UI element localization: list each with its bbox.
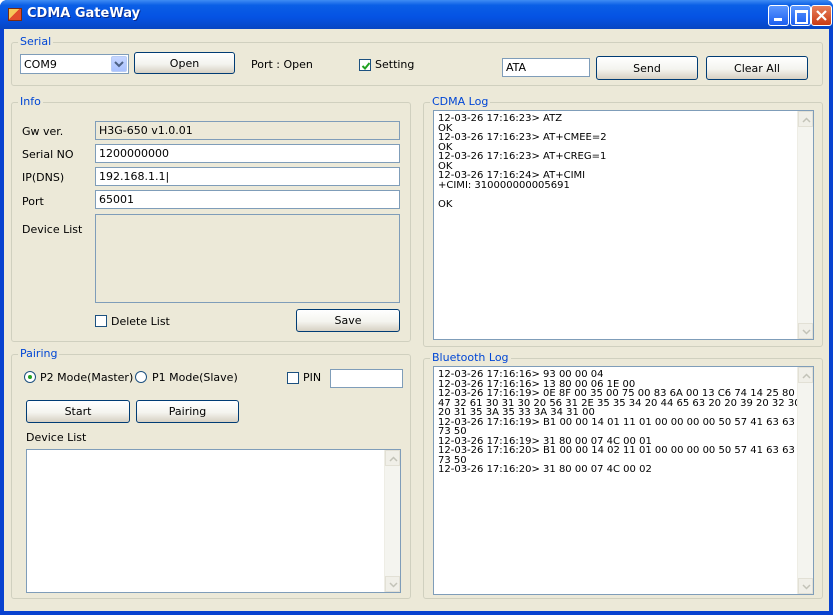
scroll-up-icon[interactable]: [385, 450, 400, 466]
p1-mode-radio[interactable]: [135, 371, 147, 383]
pin-label: PIN: [303, 371, 322, 384]
maximize-button[interactable]: [790, 5, 811, 26]
info-group-title: Info: [18, 95, 43, 108]
save-button[interactable]: Save: [296, 309, 400, 332]
open-button[interactable]: Open: [134, 52, 235, 74]
scroll-up-icon[interactable]: [798, 111, 813, 127]
port-label: Port: [22, 195, 44, 208]
port-status: Port : Open: [251, 58, 313, 71]
bluetooth-log-box[interactable]: 12-03-26 17:16:16> 93 00 00 04 12-03-26 …: [433, 366, 814, 595]
ip-field[interactable]: 192.168.1.1|: [95, 167, 400, 186]
bluetooth-log-text: 12-03-26 17:16:16> 93 00 00 04 12-03-26 …: [438, 369, 813, 475]
p2-mode-label: P2 Mode(Master): [40, 371, 134, 384]
client-area: Serial COM9 Open Port : Open Setting ATA…: [4, 29, 829, 611]
scroll-down-icon[interactable]: [798, 323, 813, 339]
title-bar[interactable]: CDMA GateWay: [0, 0, 833, 29]
cdma-log-text: 12-03-26 17:16:23> ATZ OK 12-03-26 17:16…: [438, 113, 607, 210]
setting-checkbox[interactable]: [359, 59, 371, 71]
info-device-list[interactable]: [95, 214, 400, 303]
pairing-device-list[interactable]: [26, 449, 401, 593]
start-button[interactable]: Start: [26, 400, 130, 423]
cdma-log-group-title: CDMA Log: [430, 95, 491, 108]
app-icon: [8, 8, 22, 21]
command-input[interactable]: ATA: [502, 58, 590, 77]
serial-no-label: Serial NO: [22, 148, 74, 161]
close-icon: [816, 10, 827, 21]
scroll-down-icon[interactable]: [385, 576, 400, 592]
minimize-button[interactable]: [768, 5, 789, 26]
delete-list-checkbox[interactable]: [95, 315, 107, 327]
scroll-down-icon[interactable]: [798, 578, 813, 594]
check-icon: [361, 62, 371, 70]
pairing-group-title: Pairing: [18, 347, 60, 360]
cdma-log-scrollbar[interactable]: [797, 111, 813, 339]
gw-ver-field: H3G-650 v1.0.01: [95, 121, 400, 140]
scroll-up-icon[interactable]: [798, 367, 813, 383]
app-window: CDMA GateWay Serial COM9 Open Port : Ope…: [0, 0, 833, 615]
p1-mode-label: P1 Mode(Slave): [152, 371, 238, 384]
delete-list-label: Delete List: [111, 315, 170, 328]
setting-label: Setting: [375, 58, 415, 71]
window-title: CDMA GateWay: [27, 6, 141, 21]
p2-mode-radio[interactable]: [24, 371, 36, 383]
ip-label: IP(DNS): [22, 171, 65, 184]
close-button[interactable]: [811, 5, 832, 26]
pairing-device-list-label: Device List: [26, 431, 87, 444]
clear-all-button[interactable]: Clear All: [706, 56, 808, 80]
pairing-list-scrollbar[interactable]: [384, 450, 400, 592]
serial-group: Serial: [11, 35, 823, 86]
device-list-label: Device List: [22, 223, 83, 236]
bluetooth-log-scrollbar[interactable]: [797, 367, 813, 594]
pairing-button[interactable]: Pairing: [136, 400, 239, 423]
pin-input[interactable]: [330, 369, 403, 388]
port-field[interactable]: 65001: [95, 190, 400, 209]
send-button[interactable]: Send: [596, 56, 698, 80]
serial-no-field[interactable]: 1200000000: [95, 144, 400, 163]
com-port-value: COM9: [24, 58, 57, 71]
chevron-down-icon[interactable]: [111, 56, 127, 72]
pin-checkbox[interactable]: [287, 372, 299, 384]
com-port-select[interactable]: COM9: [20, 54, 129, 74]
cdma-log-box[interactable]: 12-03-26 17:16:23> ATZ OK 12-03-26 17:16…: [433, 110, 814, 340]
serial-group-title: Serial: [18, 35, 54, 48]
bluetooth-log-group-title: Bluetooth Log: [430, 351, 511, 364]
gw-ver-label: Gw ver.: [22, 125, 64, 138]
